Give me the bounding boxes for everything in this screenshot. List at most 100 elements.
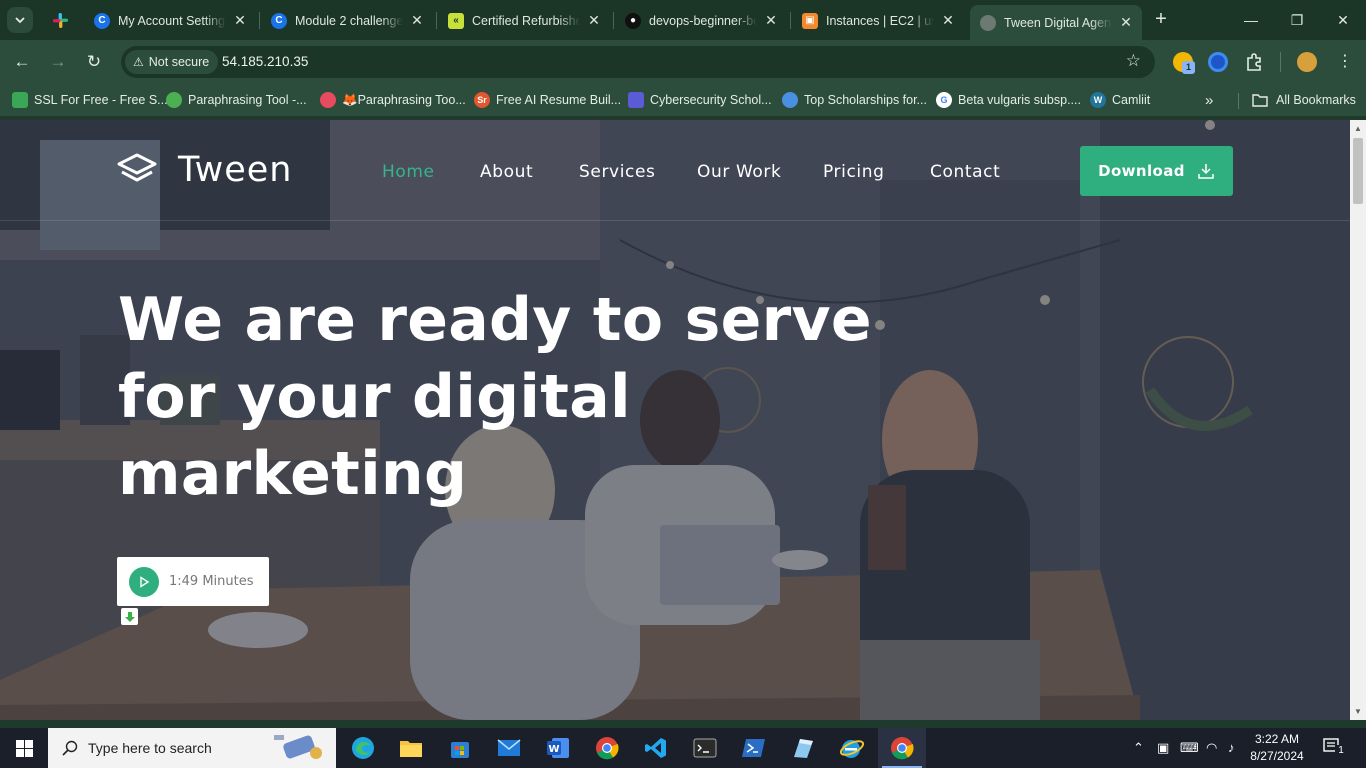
volume-icon[interactable]: ♪ xyxy=(1228,740,1235,755)
start-button[interactable] xyxy=(0,728,48,768)
bookmark-item[interactable]: Paraphrasing Tool -... xyxy=(166,91,307,109)
close-icon[interactable]: ✕ xyxy=(232,12,248,29)
restore-icon: ❐ xyxy=(1290,12,1304,28)
site-info-chip[interactable]: ⚠ Not secure xyxy=(125,50,219,74)
taskbar-app-store[interactable] xyxy=(436,728,484,768)
pinned-tab-slack[interactable] xyxy=(48,8,72,32)
url-text[interactable]: 54.185.210.35 xyxy=(222,54,308,69)
scroll-down-icon[interactable]: ▼ xyxy=(1350,707,1366,716)
bookmark-label: Paraphrasing Tool -... xyxy=(188,93,307,107)
nav-contact[interactable]: Contact xyxy=(930,162,1000,182)
wordpress-icon: W xyxy=(1090,92,1106,108)
close-window-button[interactable]: ✕ xyxy=(1320,8,1366,32)
all-bookmarks-button[interactable]: All Bookmarks xyxy=(1252,91,1356,109)
input-language-icon[interactable]: ⌨ xyxy=(1180,740,1199,756)
close-icon[interactable]: ✕ xyxy=(1118,14,1134,31)
new-tab-button[interactable]: + xyxy=(1150,9,1172,31)
vpn-extension-icon[interactable] xyxy=(1208,52,1228,72)
powershell-icon xyxy=(742,739,765,757)
svg-text:W: W xyxy=(548,744,559,755)
taskbar-app-internet-explorer[interactable] xyxy=(828,728,876,768)
hero-heading-line: We are ready to serve xyxy=(118,285,872,355)
tab-devops-bootcamp[interactable]: ● devops-beginner-bootcamp ✕ xyxy=(615,5,787,36)
taskbar-app-powershell[interactable] xyxy=(730,728,778,768)
show-hidden-icons-chevron-up-icon[interactable]: ⌃ xyxy=(1133,740,1144,756)
forward-button[interactable]: → xyxy=(46,50,70,74)
play-video-button[interactable]: 1:49 Minutes xyxy=(117,557,269,606)
scrollbar-thumb[interactable] xyxy=(1353,138,1363,204)
close-icon[interactable]: ✕ xyxy=(409,12,425,29)
notification-center-button[interactable]: 1 xyxy=(1322,737,1347,760)
tab-my-account[interactable]: C My Account Settings ✕ xyxy=(84,5,256,36)
security-label: Not secure xyxy=(148,55,210,69)
search-highlight-image-icon xyxy=(274,735,322,759)
bookmark-item[interactable]: SSL For Free - Free S... xyxy=(12,91,168,109)
close-icon[interactable]: ✕ xyxy=(940,12,956,29)
tab-search-button[interactable] xyxy=(7,7,33,33)
tab-certified-refurbished[interactable]: « Certified Refurbished ✕ xyxy=(438,5,610,36)
web-page: Tween Home About Services Our Work Prici… xyxy=(0,120,1350,720)
taskbar-app-notes[interactable] xyxy=(779,728,827,768)
scroll-up-icon[interactable]: ▲ xyxy=(1350,124,1366,133)
taskbar-search-box[interactable]: Type here to search xyxy=(48,728,336,768)
reload-button[interactable]: ↻ xyxy=(82,50,106,74)
tab-module-2[interactable]: C Module 2 challenge ✕ xyxy=(261,5,433,36)
taskbar-app-vscode[interactable] xyxy=(632,728,680,768)
bookmark-item[interactable]: Top Scholarships for... xyxy=(782,91,927,109)
nav-about[interactable]: About xyxy=(480,162,533,182)
site-logo[interactable]: Tween xyxy=(116,150,292,190)
taskbar-app-word[interactable]: W xyxy=(534,728,582,768)
bookmark-item[interactable]: Sr Free AI Resume Buil... xyxy=(474,91,621,109)
hero-heading: We are ready to serve for your digital m… xyxy=(118,282,872,513)
play-icon xyxy=(129,566,159,597)
site-brand-name: Tween xyxy=(178,150,293,190)
download-arrow-icon[interactable] xyxy=(121,608,138,625)
extensions-puzzle-button[interactable] xyxy=(1244,52,1264,72)
page-scrollbar[interactable]: ▲ ▼ xyxy=(1350,120,1366,720)
tab-tween-digital-agency[interactable]: Tween Digital Agency ✕ xyxy=(970,5,1142,40)
minimize-icon: — xyxy=(1244,12,1258,28)
restore-button[interactable]: ❐ xyxy=(1274,8,1320,32)
nav-home[interactable]: Home xyxy=(382,162,435,182)
meet-now-icon[interactable]: ▣ xyxy=(1157,740,1169,756)
nav-our-work[interactable]: Our Work xyxy=(697,162,781,182)
taskbar-app-terminal[interactable] xyxy=(681,728,729,768)
chrome-icon xyxy=(596,737,619,760)
taskbar-app-file-explorer[interactable] xyxy=(387,728,435,768)
download-button[interactable]: Download xyxy=(1080,146,1233,196)
tab-ec2-instances[interactable]: ▣ Instances | EC2 | us-east-1 ✕ xyxy=(792,5,964,36)
bookmark-item[interactable]: G Beta vulgaris subsp.... xyxy=(936,91,1081,109)
wifi-icon[interactable]: ◠ xyxy=(1206,740,1217,756)
taskbar-app-chrome-active[interactable] xyxy=(878,728,926,768)
bookmark-label: Top Scholarships for... xyxy=(804,93,927,107)
paraphrase-logo-icon xyxy=(320,92,336,108)
aws-icon: ▣ xyxy=(802,12,818,29)
close-icon[interactable]: ✕ xyxy=(763,12,779,29)
address-bar[interactable]: ⚠ Not secure 54.185.210.35 ☆ xyxy=(121,46,1155,78)
taskbar-app-mail[interactable] xyxy=(485,728,533,768)
tab-title: devops-beginner-bootcamp xyxy=(649,13,757,28)
toolbar-separator xyxy=(1280,52,1281,72)
nav-pricing[interactable]: Pricing xyxy=(823,162,885,182)
bookmark-item[interactable]: 🦊Paraphrasing Too... xyxy=(320,91,466,109)
profile-avatar[interactable] xyxy=(1297,52,1317,72)
extension-icon[interactable]: 1 xyxy=(1173,52,1195,74)
close-icon[interactable]: ✕ xyxy=(586,12,602,29)
grid-icon xyxy=(628,92,644,108)
bookmark-star-icon[interactable]: ☆ xyxy=(1126,51,1141,71)
browser-menu-button[interactable]: ⋮ xyxy=(1333,50,1357,74)
bookmarks-overflow-button[interactable]: » xyxy=(1205,91,1213,109)
bookmark-label: Beta vulgaris subsp.... xyxy=(958,93,1081,107)
nav-services[interactable]: Services xyxy=(579,162,656,182)
taskbar-app-chrome[interactable] xyxy=(583,728,631,768)
bookmark-item[interactable]: Cybersecurity Schol... xyxy=(628,91,772,109)
scholarship-icon xyxy=(782,92,798,108)
bookmark-item[interactable]: W Camliit xyxy=(1090,91,1150,109)
taskbar-app-edge[interactable] xyxy=(339,728,387,768)
minimize-button[interactable]: — xyxy=(1228,8,1274,32)
system-clock[interactable]: 3:22 AM 8/27/2024 xyxy=(1244,731,1310,765)
puzzle-icon xyxy=(1247,53,1261,71)
more-vertical-icon: ⋮ xyxy=(1337,53,1353,70)
layers-logo-icon xyxy=(117,153,157,182)
back-button[interactable]: ← xyxy=(10,50,34,74)
